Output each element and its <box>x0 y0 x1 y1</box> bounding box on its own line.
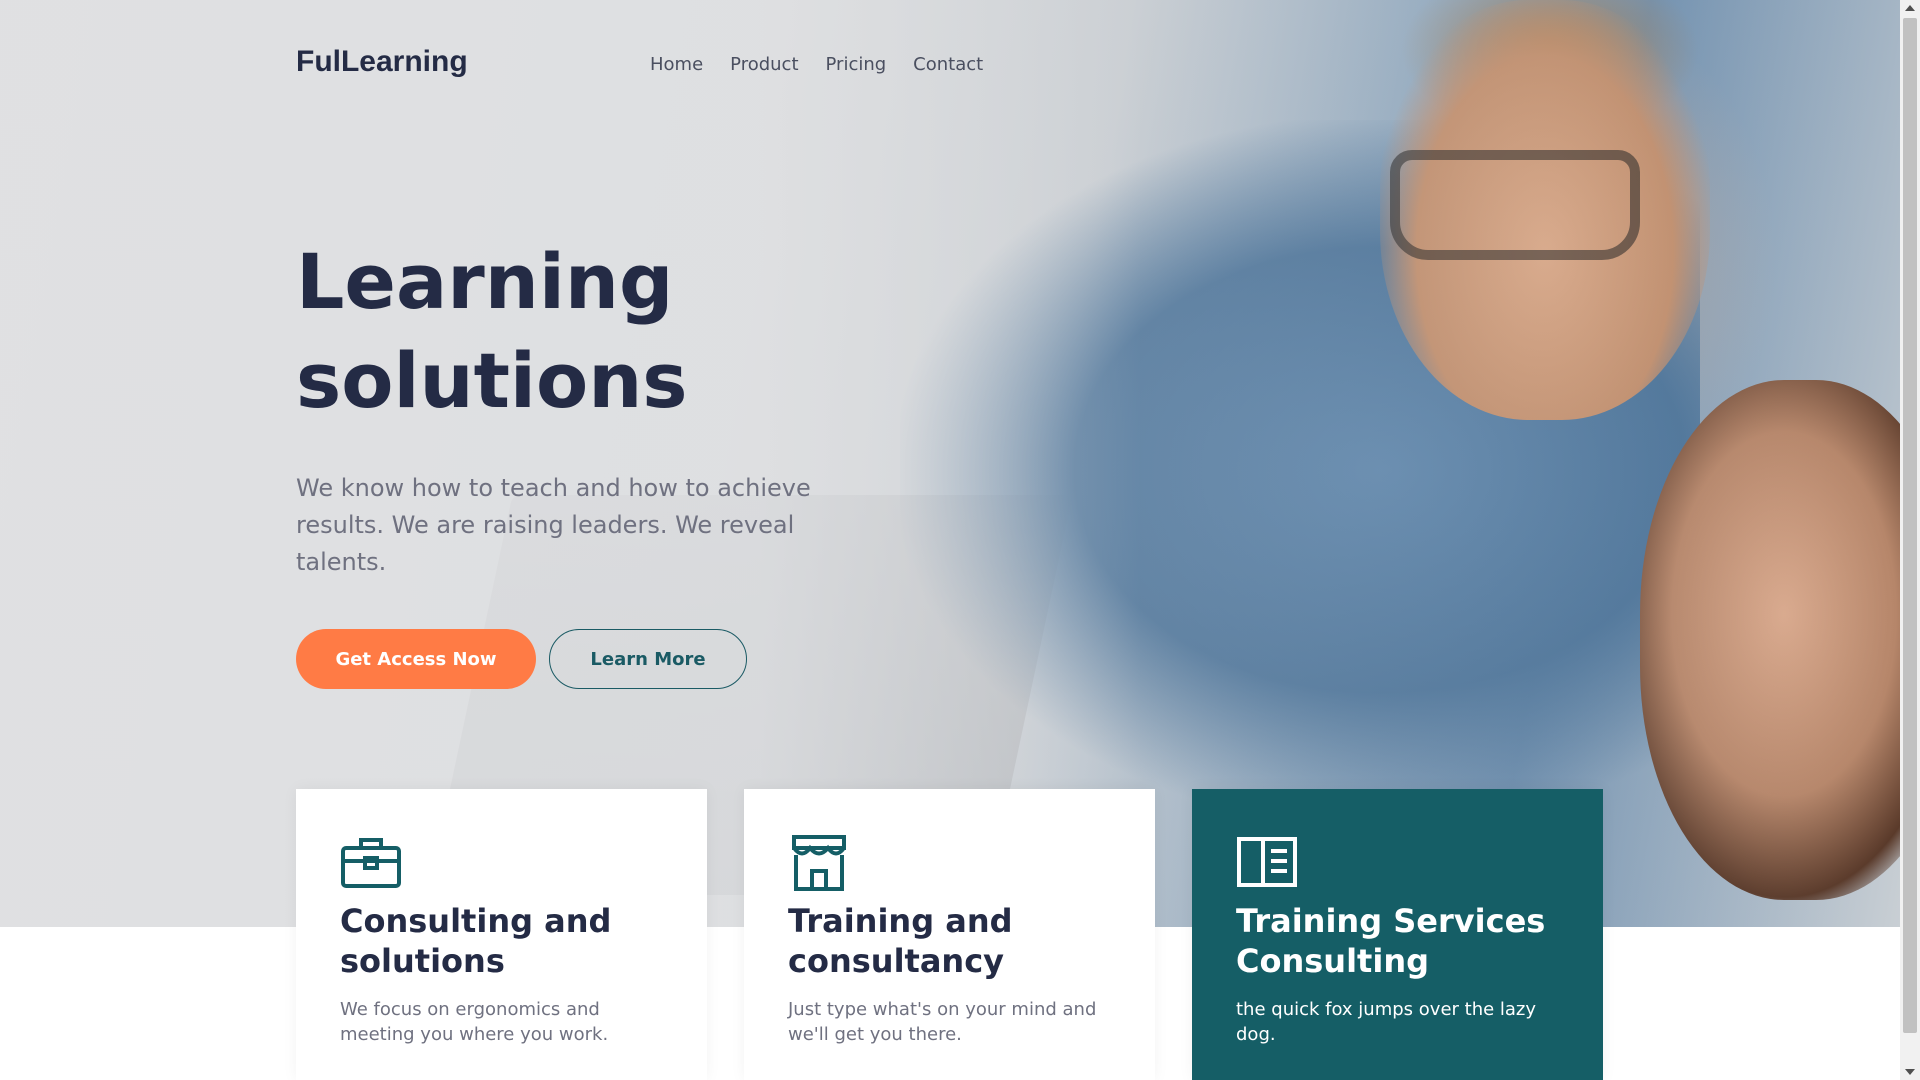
get-access-now-button[interactable]: Get Access Now <box>296 629 536 689</box>
main-nav: Home Product Pricing Contact <box>650 54 983 75</box>
card-training: Training and consultancy Just type what'… <box>744 789 1155 1080</box>
card-services: Training Services Consulting the quick f… <box>1192 789 1603 1080</box>
card-text: the quick fox jumps over the lazy dog. <box>1236 999 1537 1045</box>
briefcase-icon <box>341 838 401 888</box>
nav-home[interactable]: Home <box>650 54 703 75</box>
storefront-icon <box>792 835 846 891</box>
vertical-scrollbar[interactable] <box>1900 0 1920 1080</box>
scroll-up-icon[interactable] <box>1905 5 1915 11</box>
nav-contact[interactable]: Contact <box>913 54 983 75</box>
nav-product[interactable]: Product <box>730 54 798 75</box>
scroll-down-icon[interactable] <box>1905 1069 1915 1075</box>
hero-overlay <box>0 0 1900 927</box>
book-open-icon <box>1237 837 1297 887</box>
learn-more-button[interactable]: Learn More <box>549 629 747 689</box>
scrollbar-thumb[interactable] <box>1903 18 1917 1033</box>
card-text: We focus on ergonomics and meeting you w… <box>340 999 609 1045</box>
card-text: Just type what's on your mind and we'll … <box>788 999 1097 1045</box>
nav-pricing[interactable]: Pricing <box>826 54 887 75</box>
card-consulting: Consulting and solutions We focus on erg… <box>296 789 707 1080</box>
card-title: Consulting and solutions <box>340 902 612 980</box>
site-logo[interactable]: FulLearning <box>296 45 468 79</box>
hero-subtitle: We know how to teach and how to achieve … <box>296 474 811 576</box>
hero-background <box>0 0 1900 927</box>
card-title: Training and consultancy <box>788 902 1013 980</box>
hero-title-line2: solutions <box>296 336 688 425</box>
hero-title-line1: Learning <box>296 237 674 326</box>
card-title: Training Services Consulting <box>1236 902 1546 980</box>
hero-title: Learning solutions <box>296 232 688 430</box>
